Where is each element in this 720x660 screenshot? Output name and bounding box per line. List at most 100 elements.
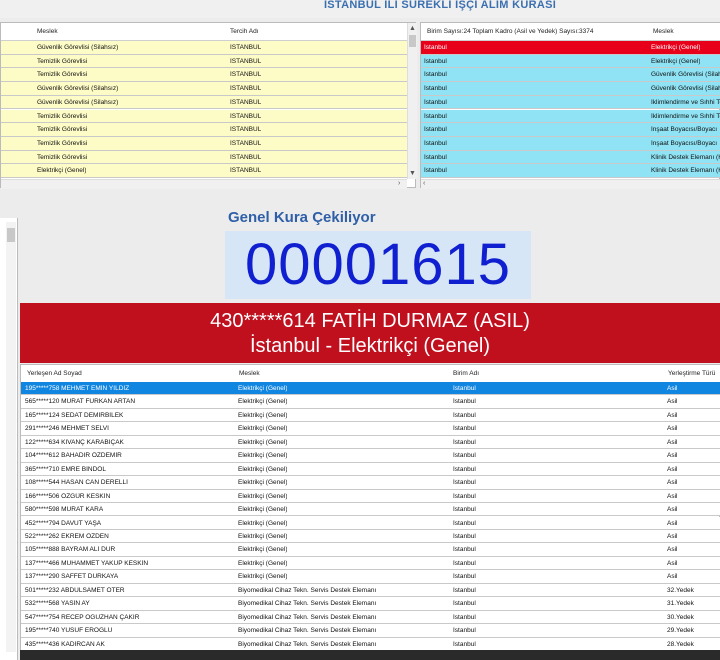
table-row[interactable]: 104*****612 BAHADIR ÖZDEMİR Elektrikçi (G… <box>21 449 720 463</box>
table-cell: İstanbul <box>424 44 447 51</box>
table-cell: 565*****120 MURAT FURKAN ARTAN <box>25 398 136 406</box>
table-row[interactable]: 291*****246 MEHMET SELVİ Elektrikçi (Gene… <box>21 422 720 436</box>
table-cell: Asil <box>667 465 678 473</box>
table-cell: Asil <box>667 546 678 554</box>
table-cell: İstanbul <box>424 57 447 65</box>
table-row[interactable]: Temizlik Görevlisi İSTANBUL <box>1 68 407 83</box>
table-row[interactable]: 122*****634 KIVANÇ KARABIÇAK Elektrikçi (… <box>21 435 720 450</box>
table-row[interactable]: İstanbul İklimlendirme ve Sıhhi Tesisatçı <box>421 95 720 110</box>
table-cell: İstanbul <box>453 425 476 433</box>
table-cell: 104*****612 BAHADIR ÖZDEMİR <box>25 452 122 460</box>
table-row[interactable]: İstanbul İnşaat Boyacısı/Boyacı <box>421 136 720 151</box>
table-row[interactable]: 365*****710 EMRE BİNDÖL Elektrikçi (Genel… <box>21 462 720 477</box>
table-cell: İSTANBUL <box>230 85 262 93</box>
table-row[interactable]: Temizlik Görevlisi İSTANBUL <box>1 54 407 69</box>
table-cell: İstanbul <box>453 492 476 500</box>
table-row[interactable]: Güvenlik Görevlisi (Silahsız) İSTANBUL <box>1 82 407 96</box>
table-row[interactable]: 501*****232 ABDULSAMET ÖTER Biyomedikal C… <box>21 583 720 598</box>
table-cell: Biyomedikal Cihaz Tekn. Servis Destek El… <box>238 640 377 648</box>
table-cell: İstanbul <box>453 385 476 392</box>
results-table-header: Yerleşen Ad Soyad Meslek Birim Adı Yerle… <box>21 365 720 383</box>
table-cell: Elektrikçi (Genel) <box>37 167 87 175</box>
table-cell: 365*****710 EMRE BİNDÖL <box>25 465 106 473</box>
table-cell: Elektrikçi (Genel) <box>238 559 288 567</box>
table-row[interactable]: İstanbul Güvenlik Görevlisi (Silah <box>421 68 720 83</box>
table-cell: İstanbul <box>453 452 476 460</box>
scroll-left-icon[interactable]: ‹ <box>423 180 425 188</box>
table-cell: İstanbul <box>453 532 476 540</box>
table-row[interactable]: 195*****758 MEHMET EMİN YILDIZ Elektrikçi… <box>21 382 720 396</box>
results-table-body: 195*****758 MEHMET EMİN YILDIZ Elektrikçi… <box>21 382 720 650</box>
table-row[interactable]: 108*****544 HASAN CAN DERELLİ Elektrikçi … <box>21 476 720 490</box>
table-row[interactable]: 435*****436 KADİRCAN AK Biyomedikal Cihaz… <box>21 637 720 650</box>
table-cell: İstanbul <box>453 613 476 621</box>
table-row[interactable]: İstanbul Elektrikçi (Genel) <box>421 41 720 55</box>
table-cell: İstanbul <box>453 519 476 527</box>
table-cell: Klinik Destek Elemanı (H <box>651 153 720 161</box>
table-row[interactable]: 195*****740 YUSUF EROĞLU Biyomedikal Ciha… <box>21 624 720 638</box>
table-row[interactable]: İstanbul Klinik Destek Elemanı (H <box>421 164 720 178</box>
table-cell: Temizlik Görevlisi <box>37 71 88 79</box>
table-cell: Temizlik Görevlisi <box>37 112 88 120</box>
table-row[interactable]: Güvenlik Görevlisi (Silahsız) İSTANBUL <box>1 41 407 55</box>
table-row[interactable]: İstanbul Güvenlik Görevlisi (Silah <box>421 82 720 96</box>
table-row[interactable]: Temizlik Görevlisi İSTANBUL <box>1 123 407 137</box>
table-row[interactable]: Temizlik Görevlisi İSTANBUL <box>1 150 407 165</box>
page-title: İSTANBUL İLİ SÜREKLİ İŞÇİ ALIM KURASI <box>0 0 720 18</box>
table-row[interactable]: 105*****888 BAYRAM ALİ DUR Elektrikçi (Ge… <box>21 543 720 557</box>
results-header-type[interactable]: Yerleştirme Türü <box>668 370 715 377</box>
table-cell: Elektrikçi (Genel) <box>238 492 288 500</box>
table-cell: İstanbul <box>424 153 447 161</box>
table-cell: Asil <box>667 519 678 527</box>
table-row[interactable]: İstanbul İnşaat Boyacısı/Boyacı <box>421 123 720 137</box>
table-cell: İstanbul <box>453 438 476 446</box>
scroll-right-icon[interactable]: › <box>398 180 400 188</box>
table-row[interactable]: 452*****794 DAVUT YAŞA Elektrikçi (Genel)… <box>21 516 720 530</box>
table-cell: İSTANBUL <box>230 57 262 65</box>
scroll-thumb[interactable] <box>7 228 15 242</box>
scroll-up-icon[interactable]: ▲ <box>409 25 416 33</box>
left-table-hscrollbar[interactable]: › <box>1 179 407 189</box>
right-table-hscrollbar[interactable]: ‹ <box>421 179 720 189</box>
right-header-birim[interactable]: Birim Sayısı:24 Toplam Kadro (Asil ve Ye… <box>427 28 593 35</box>
results-header-meslek[interactable]: Meslek <box>239 370 260 377</box>
left-header-meslek[interactable]: Meslek <box>37 28 58 35</box>
table-cell: İstanbul <box>453 640 476 648</box>
table-row[interactable]: 522*****262 EKREM ÖZDEN Elektrikçi (Genel… <box>21 529 720 544</box>
table-row[interactable]: 565*****120 MURAT FURKAN ARTAN Elektrikçi… <box>21 395 720 409</box>
table-cell: İSTANBUL <box>230 112 262 120</box>
table-row[interactable]: İstanbul İklimlendirme ve Sıhhi Tesisatçı <box>421 109 720 124</box>
scroll-thumb[interactable] <box>409 35 416 47</box>
right-header-meslek[interactable]: Meslek <box>653 28 674 35</box>
table-row[interactable]: 137*****466 MUHAMMET YAKUP KESKİN Elektri… <box>21 556 720 571</box>
table-cell: Elektrikçi (Genel) <box>238 385 288 392</box>
results-header-name[interactable]: Yerleşen Ad Soyad <box>27 370 82 377</box>
table-cell: Elektrikçi (Genel) <box>238 452 288 460</box>
table-cell: Asil <box>667 479 678 487</box>
table-row[interactable]: Temizlik Görevlisi İSTANBUL <box>1 109 407 124</box>
table-cell: Biyomedikal Cihaz Tekn. Servis Destek El… <box>238 627 377 635</box>
table-row[interactable]: 166*****506 ÖZGÜR KESKİN Elektrikçi (Gene… <box>21 489 720 504</box>
table-row[interactable]: İstanbul Elektrikçi (Genel) <box>421 54 720 69</box>
table-row[interactable]: 532*****568 YASİN AY Biyomedikal Cihaz Te… <box>21 597 720 611</box>
left-table-vscrollbar[interactable]: ▲ ▼ <box>407 23 417 179</box>
table-row[interactable]: Temizlik Görevlisi İSTANBUL <box>1 136 407 151</box>
table-cell: Elektrikçi (Genel) <box>238 479 288 487</box>
table-cell: Elektrikçi (Genel) <box>238 438 288 446</box>
table-cell: İstanbul <box>453 600 476 608</box>
table-row[interactable]: İstanbul Klinik Destek Elemanı (H <box>421 150 720 165</box>
table-cell: 452*****794 DAVUT YAŞA <box>25 519 102 527</box>
scroll-down-icon[interactable]: ▼ <box>409 170 416 178</box>
table-cell: Güvenlik Görevlisi (Silah <box>651 85 720 93</box>
table-row[interactable]: 137*****290 SAFFET DURKAYA Elektrikçi (Ge… <box>21 570 720 584</box>
table-cell: Asil <box>667 559 678 567</box>
table-row[interactable]: 580*****598 MURAT KARA Elektrikçi (Genel)… <box>21 503 720 517</box>
table-row[interactable]: Güvenlik Görevlisi (Silahsız) İSTANBUL <box>1 95 407 110</box>
table-row[interactable]: 547*****754 RECEP OĞUZHAN ÇAKIR Biyomedik… <box>21 610 720 625</box>
table-cell: İstanbul <box>453 559 476 567</box>
results-header-birim[interactable]: Birim Adı <box>453 370 479 377</box>
side-panel-scroll-track[interactable] <box>6 222 16 652</box>
table-row[interactable]: Elektrikçi (Genel) İSTANBUL <box>1 164 407 178</box>
table-row[interactable]: 165*****124 SEDAT DEMİRBİLEK Elektrikçi (… <box>21 408 720 423</box>
left-header-tercih[interactable]: Tercih Adı <box>230 28 259 35</box>
